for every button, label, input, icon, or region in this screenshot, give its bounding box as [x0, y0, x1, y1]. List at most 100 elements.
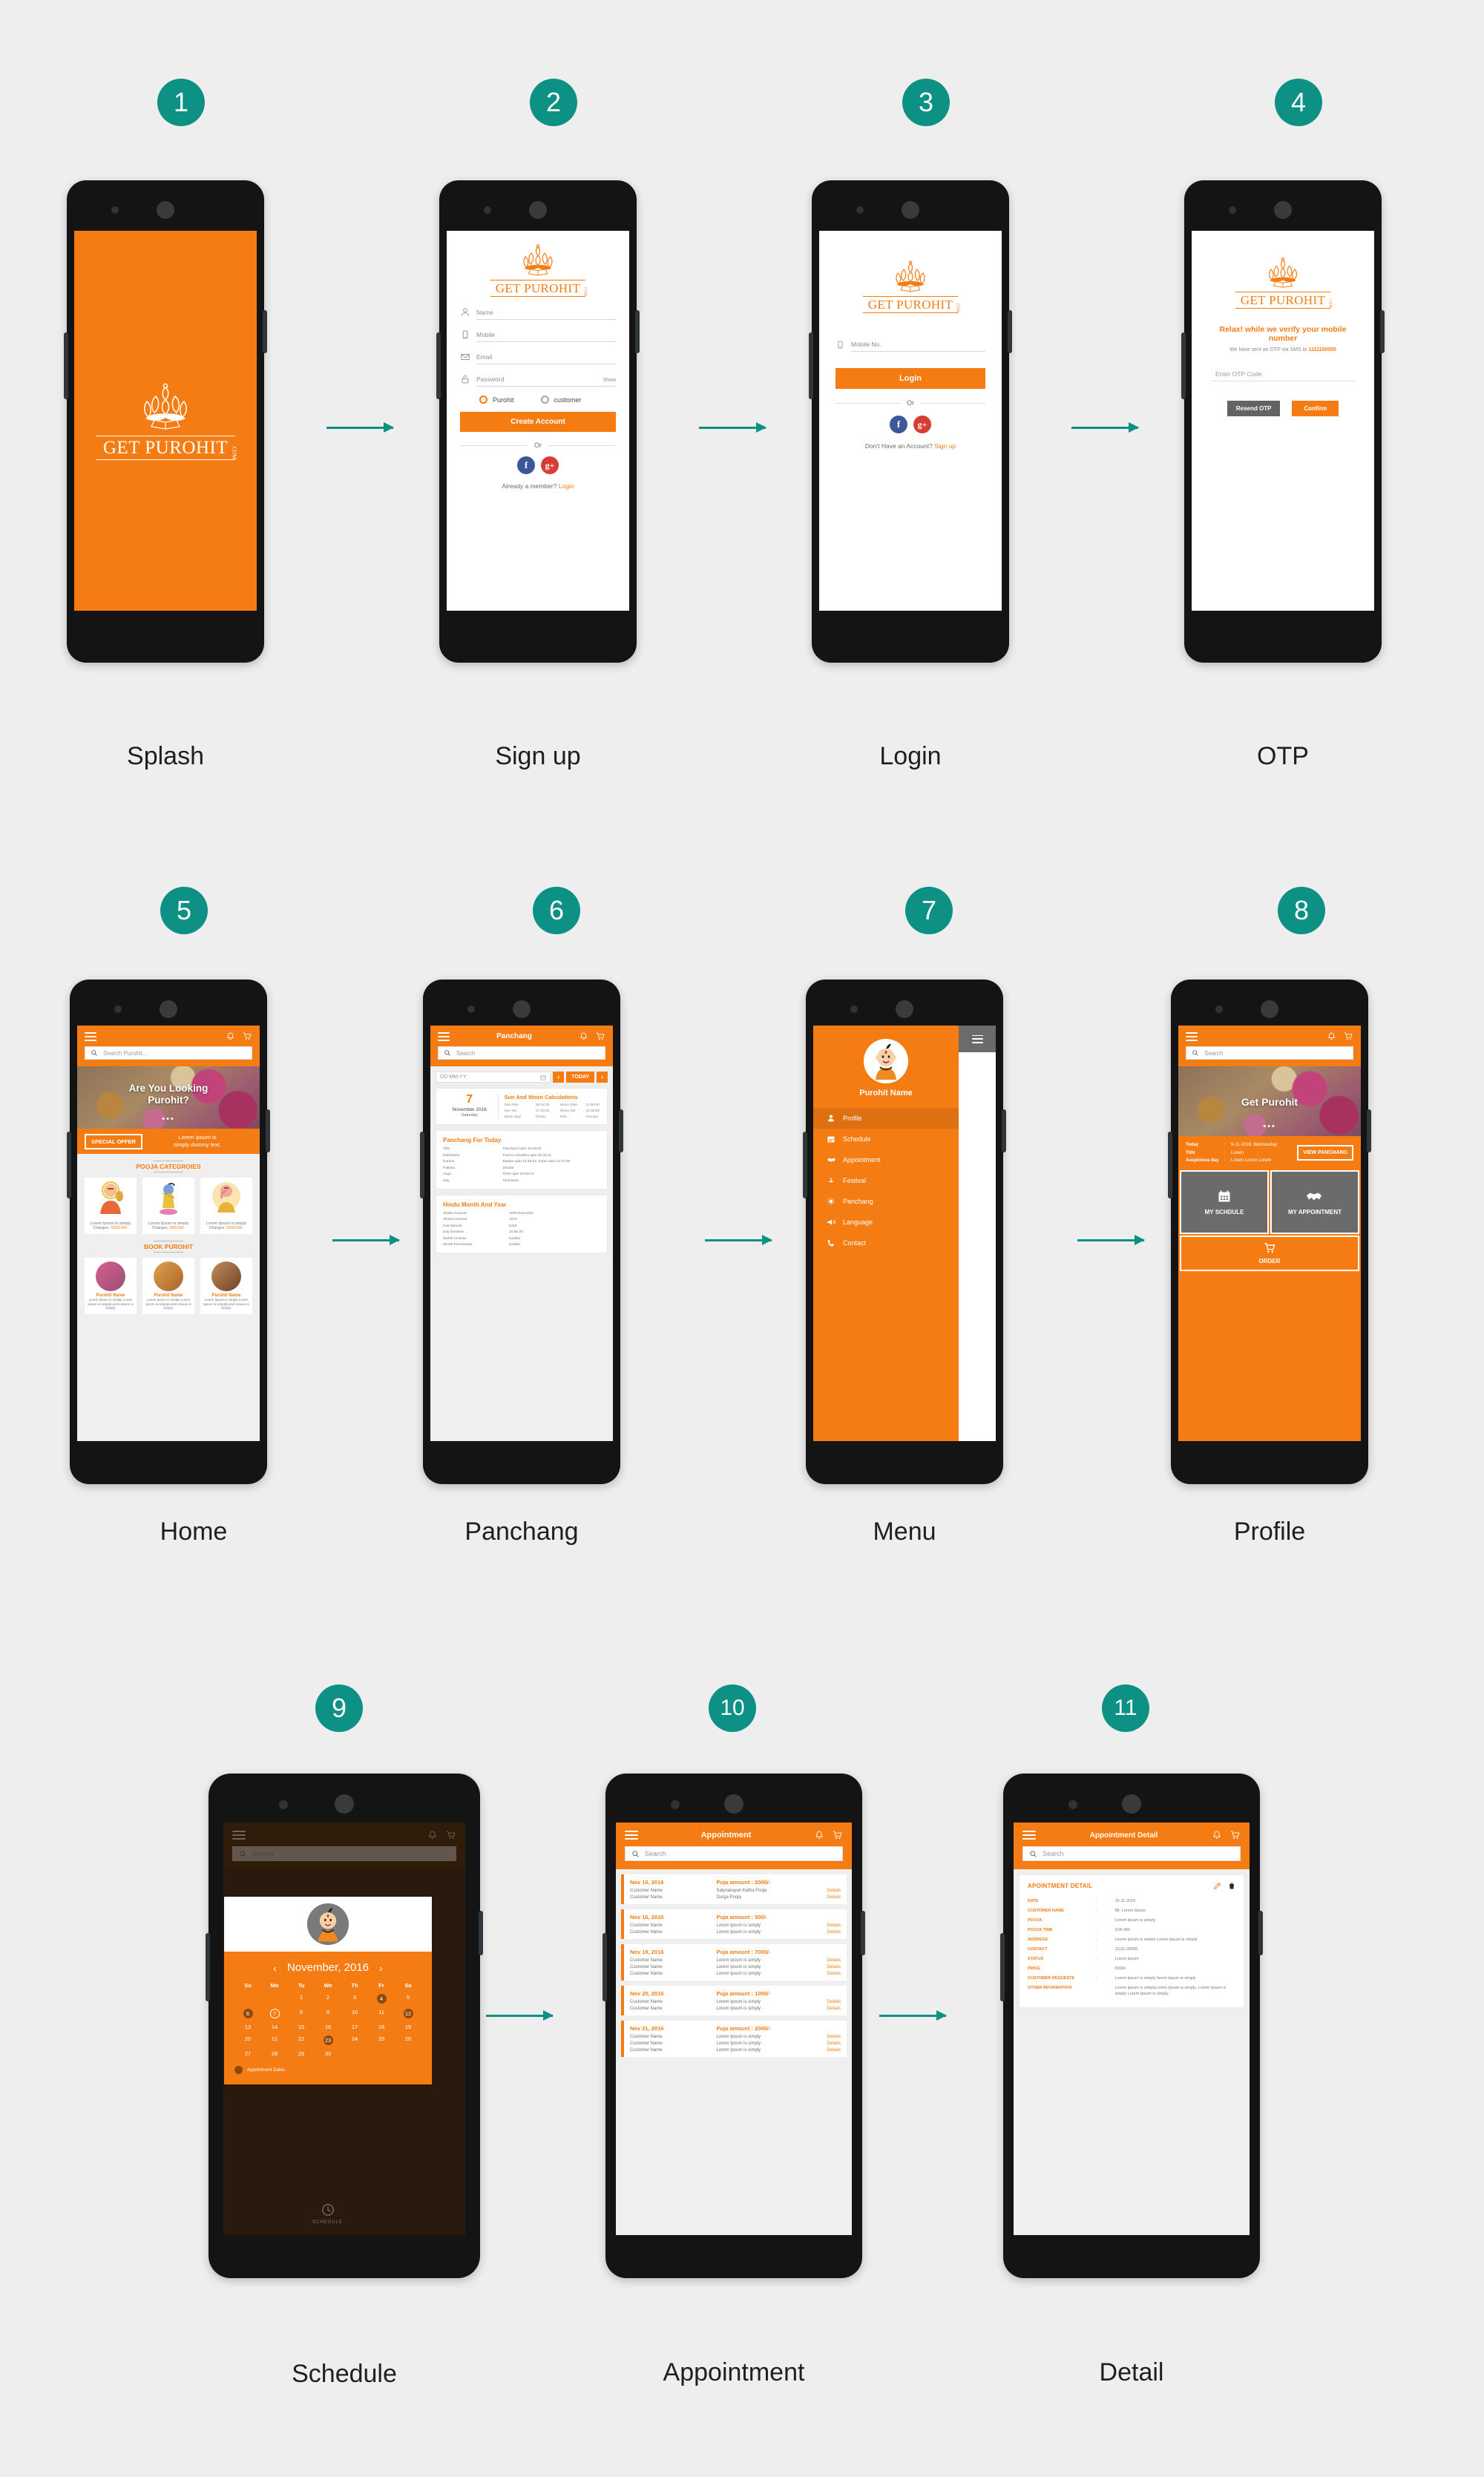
- menu-item-festival[interactable]: Festival: [813, 1170, 959, 1191]
- resend-otp-button[interactable]: Resend OTP: [1227, 401, 1281, 416]
- view-panchang-button[interactable]: VIEW PANCHANG: [1297, 1145, 1353, 1161]
- password-field-row[interactable]: Password Show: [460, 374, 616, 387]
- login-link[interactable]: Login: [559, 482, 574, 490]
- menu-item-appointment[interactable]: Appointment: [813, 1149, 959, 1170]
- calendar-prev-button[interactable]: ‹: [273, 1962, 277, 1974]
- create-account-button[interactable]: Create Account: [460, 412, 616, 432]
- menu-item-language[interactable]: Language: [813, 1212, 959, 1233]
- hero-carousel-dots[interactable]: •••: [77, 1115, 260, 1123]
- volume-button[interactable]: [64, 332, 68, 399]
- calendar-day[interactable]: 13: [234, 2024, 261, 2030]
- facebook-icon[interactable]: f: [890, 416, 907, 433]
- power-button[interactable]: [263, 310, 267, 353]
- details-link[interactable]: Details: [827, 1895, 841, 1900]
- details-link[interactable]: Details: [827, 2000, 841, 2004]
- radio-purohit[interactable]: [479, 396, 487, 404]
- cart-icon[interactable]: [832, 1830, 843, 1840]
- volume-button[interactable]: [809, 332, 813, 399]
- power-button[interactable]: [1008, 310, 1012, 353]
- password-input[interactable]: Password: [476, 375, 504, 383]
- login-button[interactable]: Login: [835, 368, 985, 389]
- power-button[interactable]: [1367, 1109, 1371, 1152]
- name-field-row[interactable]: Name: [460, 307, 616, 320]
- calendar-day[interactable]: 10: [341, 2009, 368, 2018]
- volume-button[interactable]: [603, 1933, 607, 2001]
- calendar-day[interactable]: 15: [288, 2024, 315, 2030]
- calendar-day[interactable]: 19: [395, 2024, 421, 2030]
- cart-icon[interactable]: [242, 1031, 252, 1041]
- hamburger-menu-icon[interactable]: [1022, 1831, 1036, 1840]
- calendar-day[interactable]: 25: [368, 2035, 395, 2045]
- email-field-row[interactable]: Email: [460, 352, 616, 364]
- cart-icon[interactable]: [445, 1830, 456, 1840]
- calendar-day[interactable]: 9: [315, 2009, 341, 2018]
- power-button[interactable]: [266, 1109, 270, 1152]
- avatar[interactable]: [307, 1903, 349, 1945]
- role-customer-label[interactable]: customer: [554, 396, 582, 404]
- google-plus-icon[interactable]: g+: [913, 416, 931, 433]
- appointment-row[interactable]: Customer Name Satynarayan Katha Pooja Deta…: [630, 1889, 841, 1893]
- appointment-row[interactable]: Customer Name Lorem Ipsum is simply Detail…: [630, 1930, 841, 1935]
- volume-button[interactable]: [1168, 1132, 1172, 1198]
- hamburger-menu-icon[interactable]: [971, 1034, 983, 1043]
- calendar-day[interactable]: 1: [288, 1994, 315, 2004]
- calendar-day[interactable]: 14: [261, 2024, 288, 2030]
- date-input[interactable]: DD-MM-YY: [436, 1072, 551, 1083]
- pooja-card[interactable]: Lorem Ipsum is simply Charges :500.00/-: [142, 1178, 195, 1234]
- email-input[interactable]: Email: [476, 353, 616, 364]
- avatar[interactable]: [864, 1039, 908, 1083]
- appointment-row[interactable]: Customer Name Lorem Ipsum is simply Detail…: [630, 1923, 841, 1928]
- show-password-toggle[interactable]: Show: [603, 378, 616, 383]
- order-tile[interactable]: ORDER: [1180, 1235, 1359, 1271]
- details-link[interactable]: Details: [827, 2007, 841, 2011]
- calendar-day[interactable]: 26: [395, 2035, 421, 2045]
- volume-button[interactable]: [1181, 332, 1186, 399]
- appointment-row[interactable]: Customer Name Lorem Ipsum is simply Detail…: [630, 2048, 841, 2053]
- calendar-day[interactable]: 21: [261, 2035, 288, 2045]
- pooja-card[interactable]: Lorem Ipsum is simply Charges :1500.00/-: [200, 1178, 252, 1234]
- hero-carousel-dots[interactable]: •••: [1178, 1122, 1361, 1131]
- radio-customer[interactable]: [540, 396, 549, 404]
- details-link[interactable]: Details: [827, 1972, 841, 1976]
- calendar-day[interactable]: 28: [261, 2050, 288, 2057]
- appointment-row[interactable]: Customer Name Lorem Ipsum is simply Detail…: [630, 2035, 841, 2039]
- mobile-field-row[interactable]: Mobile No.: [835, 340, 985, 352]
- calendar-day[interactable]: 6: [234, 2009, 261, 2018]
- calendar-day[interactable]: 5: [395, 1994, 421, 2004]
- calendar-day[interactable]: 16: [315, 2024, 341, 2030]
- today-button[interactable]: TODAY: [566, 1072, 594, 1083]
- my-appointment-tile[interactable]: MY APPOINTMENT: [1270, 1169, 1359, 1234]
- calendar-day[interactable]: 11: [368, 2009, 395, 2018]
- bell-icon[interactable]: [579, 1031, 588, 1041]
- appointment-row[interactable]: Customer Name Lorem Ipsum is simply Detail…: [630, 1965, 841, 1969]
- calendar-day[interactable]: 27: [234, 2050, 261, 2057]
- hamburger-menu-icon[interactable]: [85, 1031, 96, 1041]
- home-search-input[interactable]: Search Purohit...: [85, 1046, 252, 1060]
- calendar-day[interactable]: 12: [395, 2009, 421, 2018]
- role-selector[interactable]: Purohit customer: [479, 396, 616, 404]
- calendar-day[interactable]: 20: [234, 2035, 261, 2045]
- calendar-day[interactable]: 4: [368, 1994, 395, 2004]
- my-schedule-tile[interactable]: MY SCHDULE: [1180, 1169, 1269, 1234]
- details-link[interactable]: Details: [827, 1923, 841, 1928]
- facebook-icon[interactable]: f: [517, 456, 535, 474]
- details-link[interactable]: Details: [827, 1965, 841, 1969]
- calendar-day-today[interactable]: 7: [261, 2009, 288, 2018]
- calendar-icon[interactable]: [540, 1075, 546, 1080]
- calendar-day[interactable]: 29: [288, 2050, 315, 2057]
- menu-content-overlay[interactable]: [959, 1026, 996, 1441]
- mobile-input[interactable]: Mobile No.: [851, 341, 985, 352]
- calendar-day[interactable]: 30: [315, 2050, 341, 2057]
- purohit-card[interactable]: Purohit Name Lorem Ipsum is simply Lorem…: [142, 1258, 195, 1314]
- detail-search-input[interactable]: Search: [1022, 1846, 1241, 1861]
- otp-input[interactable]: Enter OTP Code: [1211, 370, 1355, 381]
- calendar-day[interactable]: 22: [288, 2035, 315, 2045]
- volume-button[interactable]: [67, 1132, 71, 1198]
- calendar-day[interactable]: 2: [315, 1994, 341, 2004]
- cart-icon[interactable]: [1229, 1830, 1241, 1840]
- cart-icon[interactable]: [595, 1031, 605, 1041]
- calendar-day[interactable]: 17: [341, 2024, 368, 2030]
- appointment-row[interactable]: Customer Name Lorem Ipsum is simply Detail…: [630, 2000, 841, 2004]
- volume-button[interactable]: [420, 1132, 424, 1198]
- details-link[interactable]: Details: [827, 2048, 841, 2053]
